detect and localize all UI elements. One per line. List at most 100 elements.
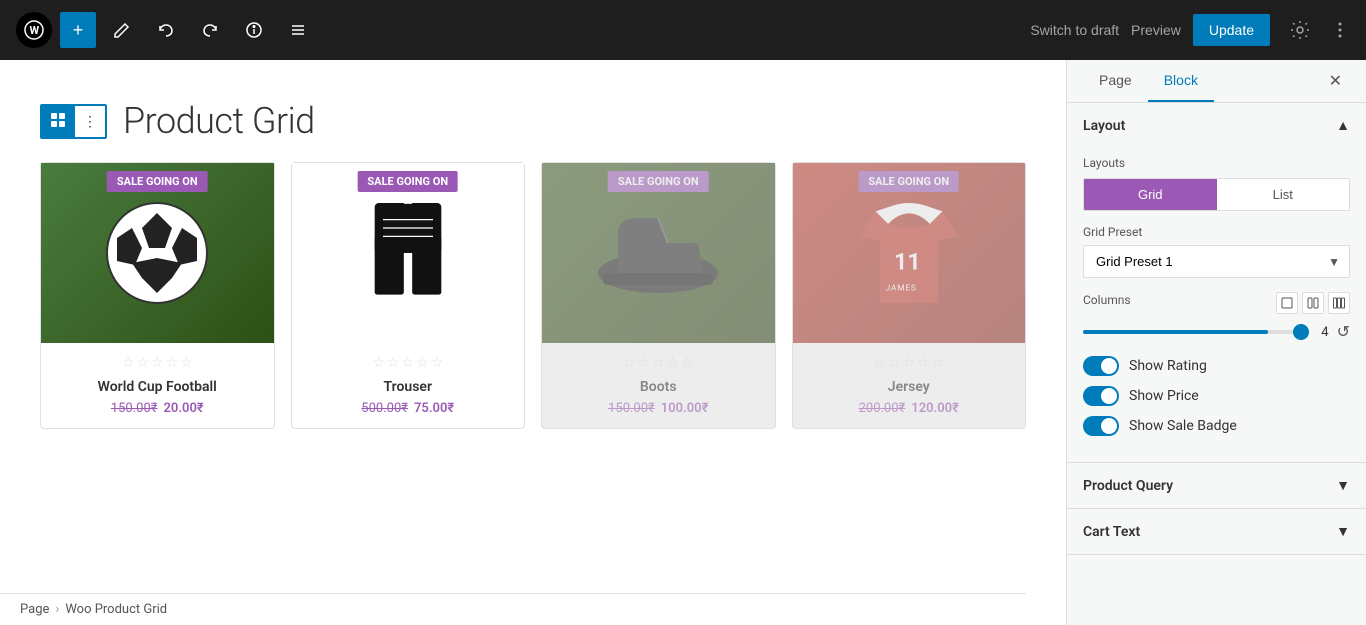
- show-sale-badge-row: Show Sale Badge: [1083, 416, 1350, 436]
- columns-2-icon[interactable]: [1302, 292, 1324, 314]
- show-rating-toggle[interactable]: [1083, 356, 1119, 376]
- layout-collapse-icon: ▲: [1336, 117, 1350, 134]
- star: ☆: [180, 355, 193, 371]
- product-name: Trouser: [300, 379, 517, 395]
- layout-section: Layout ▲ Layouts Grid List Grid Preset G…: [1067, 103, 1366, 463]
- product-name: World Cup Football: [49, 379, 266, 395]
- more-options-button[interactable]: [1330, 20, 1350, 40]
- columns-reset-button[interactable]: ↺: [1337, 322, 1350, 342]
- cart-text-expand-icon: ▼: [1336, 523, 1350, 540]
- star: ☆: [372, 355, 385, 371]
- preview-button[interactable]: Preview: [1131, 22, 1181, 38]
- product-image-wrap: SALE GOING ON: [41, 163, 274, 343]
- svg-text:JAMES: JAMES: [885, 284, 916, 294]
- breadcrumb: Page › Woo Product Grid: [0, 593, 1026, 625]
- grid-preset-label: Grid Preset: [1083, 225, 1350, 239]
- product-price: 200.00₹ 120.00₹: [801, 401, 1018, 416]
- columns-3-icon[interactable]: [1328, 292, 1350, 314]
- svg-text:11: 11: [894, 248, 921, 276]
- product-image-wrap: SALE GOING ON: [542, 163, 775, 343]
- sidebar-close-button[interactable]: ✕: [1321, 60, 1350, 102]
- product-info: ☆☆☆☆☆ World Cup Football 150.00₹ 20.00₹: [41, 343, 274, 428]
- sale-price: 20.00₹: [163, 401, 203, 416]
- cart-text-section: Cart Text ▼: [1067, 509, 1366, 555]
- star: ☆: [416, 355, 429, 371]
- settings-button[interactable]: [1282, 12, 1318, 48]
- product-query-section: Product Query ▼: [1067, 463, 1366, 509]
- block-title-area: ⋮ Product Grid: [40, 100, 1026, 142]
- product-card: SALE GOING ON 11 JAMES ☆☆☆☆☆ Jersey 200.…: [792, 162, 1027, 429]
- block-more-options[interactable]: ⋮: [75, 106, 105, 137]
- switch-to-draft-button[interactable]: Switch to draft: [1030, 22, 1119, 38]
- add-block-button[interactable]: +: [60, 12, 96, 48]
- show-price-row: Show Price: [1083, 386, 1350, 406]
- grid-preset-select-wrap: Grid Preset 1 Grid Preset 2 Grid Preset …: [1083, 245, 1350, 278]
- star: ☆: [873, 355, 886, 371]
- product-card: SALE GOING ON ☆☆☆☆☆ World Cup Football 1…: [40, 162, 275, 429]
- columns-slider-track: [1083, 330, 1301, 334]
- show-rating-row: Show Rating: [1083, 356, 1350, 376]
- tab-block[interactable]: Block: [1148, 60, 1214, 102]
- product-grid: SALE GOING ON ☆☆☆☆☆ World Cup Football 1…: [40, 162, 1026, 429]
- cart-text-section-header[interactable]: Cart Text ▼: [1067, 509, 1366, 554]
- page-title: Product Grid: [123, 100, 315, 142]
- product-info: ☆☆☆☆☆ Jersey 200.00₹ 120.00₹: [793, 343, 1026, 428]
- star: ☆: [888, 355, 901, 371]
- star: ☆: [122, 355, 135, 371]
- product-card: SALE GOING ON ☆☆☆☆☆ Boots 150.00₹ 100.00…: [541, 162, 776, 429]
- original-price: 150.00₹: [608, 401, 655, 416]
- info-button[interactable]: [236, 12, 272, 48]
- star: ☆: [667, 355, 680, 371]
- layout-list-button[interactable]: List: [1217, 179, 1350, 210]
- product-price: 500.00₹ 75.00₹: [300, 401, 517, 416]
- star-rating: ☆☆☆☆☆: [300, 355, 517, 371]
- sale-price: 100.00₹: [661, 401, 709, 416]
- product-image: 11 JAMES: [793, 163, 1026, 343]
- product-price: 150.00₹ 20.00₹: [49, 401, 266, 416]
- product-info: ☆☆☆☆☆ Trouser 500.00₹ 75.00₹: [292, 343, 525, 428]
- sale-badge: SALE GOING ON: [107, 171, 208, 192]
- star: ☆: [136, 355, 149, 371]
- block-grid-icon[interactable]: [42, 106, 74, 137]
- columns-icons: [1276, 292, 1350, 314]
- undo-button[interactable]: [148, 12, 184, 48]
- sale-badge: SALE GOING ON: [357, 171, 458, 192]
- star: ☆: [681, 355, 694, 371]
- product-name: Boots: [550, 379, 767, 395]
- grid-preset-select[interactable]: Grid Preset 1 Grid Preset 2 Grid Preset …: [1083, 245, 1350, 278]
- sale-badge: SALE GOING ON: [858, 171, 959, 192]
- star: ☆: [652, 355, 665, 371]
- columns-1-icon[interactable]: [1276, 292, 1298, 314]
- original-price: 150.00₹: [111, 401, 158, 416]
- product-info: ☆☆☆☆☆ Boots 150.00₹ 100.00₹: [542, 343, 775, 428]
- show-sale-badge-toggle[interactable]: [1083, 416, 1119, 436]
- content-area: ⋮ Product Grid SALE GOING ON ☆☆☆☆☆ World…: [0, 60, 1066, 625]
- show-price-toggle[interactable]: [1083, 386, 1119, 406]
- update-button[interactable]: Update: [1193, 14, 1270, 46]
- product-name: Jersey: [801, 379, 1018, 395]
- product-query-expand-icon: ▼: [1336, 477, 1350, 494]
- sale-badge: SALE GOING ON: [608, 171, 709, 192]
- product-query-section-header[interactable]: Product Query ▼: [1067, 463, 1366, 508]
- breadcrumb-page: Page: [20, 602, 49, 617]
- original-price: 500.00₹: [361, 401, 408, 416]
- tab-page[interactable]: Page: [1083, 60, 1148, 102]
- sale-price: 120.00₹: [911, 401, 959, 416]
- layout-options: Grid List: [1083, 178, 1350, 211]
- layout-grid-button[interactable]: Grid: [1084, 179, 1217, 210]
- svg-text:W: W: [30, 24, 40, 37]
- columns-slider-wrap: 4 ↺: [1083, 322, 1350, 342]
- redo-button[interactable]: [192, 12, 228, 48]
- list-view-button[interactable]: [280, 12, 316, 48]
- star: ☆: [623, 355, 636, 371]
- star: ☆: [902, 355, 915, 371]
- product-image-wrap: SALE GOING ON: [292, 163, 525, 343]
- toolbar: W + Switch to draft: [0, 0, 1366, 60]
- edit-button[interactable]: [104, 12, 140, 48]
- sidebar: Page Block ✕ Layout ▲ Layouts Grid List …: [1066, 60, 1366, 625]
- columns-slider-thumb[interactable]: [1293, 324, 1309, 340]
- original-price: 200.00₹: [859, 401, 906, 416]
- layout-section-header[interactable]: Layout ▲: [1067, 103, 1366, 148]
- product-card: SALE GOING ON ☆☆☆☆☆ Trouser 500.00₹ 75.0…: [291, 162, 526, 429]
- star-rating: ☆☆☆☆☆: [550, 355, 767, 371]
